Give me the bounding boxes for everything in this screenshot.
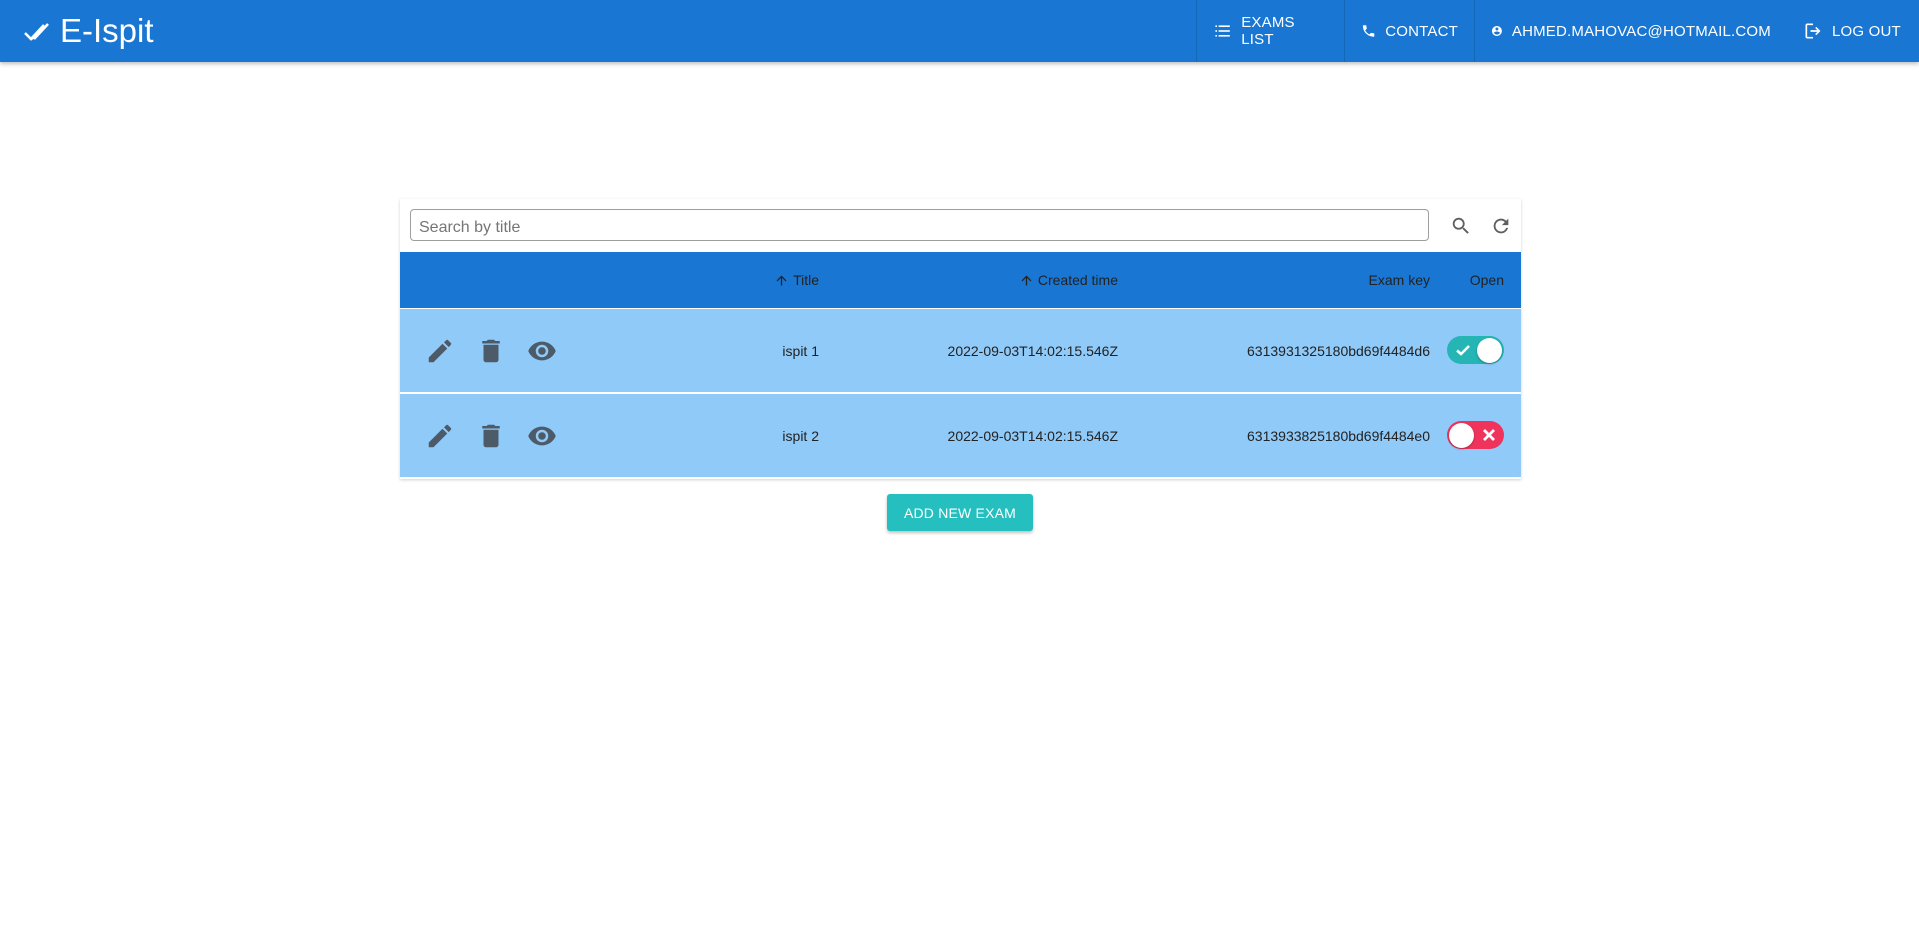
search-icon [1452,217,1469,234]
search-button[interactable] [1447,212,1475,240]
table-row: ispit 2 2022-09-03T14:02:15.546Z 6313933… [400,394,1521,477]
table-row: ispit 1 2022-09-03T14:02:15.546Z 6313931… [400,309,1521,392]
column-created-time[interactable]: Created time [960,252,1118,308]
refresh-icon [1493,218,1509,234]
exam-key: 6313931325180bd69f4484d6 [1247,342,1430,359]
column-exam-key[interactable]: Exam key [1230,252,1430,308]
view-button[interactable] [526,335,558,367]
add-new-exam-button[interactable]: ADD NEW EXAM [887,494,1033,531]
nav-exams-list-label: EXAMS LIST [1241,14,1295,48]
refresh-button[interactable] [1487,212,1515,240]
nav-contact[interactable]: CONTACT [1344,0,1474,62]
check-icon [1456,345,1470,356]
toggle-knob [1477,338,1502,363]
brand-name: E-Ispit [60,12,154,49]
exam-created-time: 2022-09-03T14:02:15.546Z [947,342,1118,359]
open-toggle[interactable] [1447,336,1504,364]
delete-button[interactable] [475,335,507,367]
exams-table-card: Title Created time Exam key Open [400,199,1521,479]
close-icon [1483,429,1495,441]
exam-title: ispit 2 [782,427,819,444]
column-created-time-label: Created time [1037,272,1118,288]
logout-icon [1805,23,1821,39]
column-title-label: Title [793,272,819,288]
nav-user-profile[interactable]: AHMED.MAHOVAC@HOTMAIL.COM [1474,0,1787,62]
view-button[interactable] [526,420,558,452]
sort-arrow-up-icon [776,275,787,285]
app-bar: E-Ispit EXAMS LIST CONTACT AHMED.MAHOVAC… [0,0,1919,62]
column-open-label: Open [1469,272,1504,288]
pencil-icon [428,339,452,363]
delete-button[interactable] [475,420,507,452]
eye-icon [528,426,556,446]
search-toolbar [400,199,1521,252]
trash-icon [482,339,500,363]
open-toggle[interactable] [1447,421,1504,449]
nav-logout[interactable]: LOG OUT [1787,0,1919,62]
brand-logo[interactable]: E-Ispit [24,8,154,54]
nav-contact-label: CONTACT [1385,22,1458,40]
exam-key: 6313933825180bd69f4484e0 [1247,427,1430,444]
column-open[interactable]: Open [1440,252,1504,308]
edit-button[interactable] [424,335,456,367]
sort-arrow-up-icon [1021,275,1032,285]
search-input[interactable] [410,209,1429,241]
eye-icon [528,341,556,361]
exam-title: ispit 1 [782,342,819,359]
nav-logout-label: LOG OUT [1832,22,1901,40]
column-title[interactable]: Title [723,252,819,308]
trash-icon [482,424,500,448]
edit-button[interactable] [424,420,456,452]
table-header: Title Created time Exam key Open [400,252,1521,308]
column-exam-key-label: Exam key [1368,272,1430,288]
exam-created-time: 2022-09-03T14:02:15.546Z [947,427,1118,444]
account-circle-icon [1491,26,1502,36]
nav-user-email: AHMED.MAHOVAC@HOTMAIL.COM [1511,22,1771,40]
toggle-knob [1449,423,1474,448]
nav-exams-list[interactable]: EXAMS LIST [1196,0,1344,62]
main-nav: EXAMS LIST CONTACT AHMED.MAHOVAC@HOTMAIL… [1196,0,1919,62]
double-check-icon [24,23,49,41]
pencil-icon [428,424,452,448]
phone-icon [1362,25,1375,37]
list-icon [1215,25,1230,37]
